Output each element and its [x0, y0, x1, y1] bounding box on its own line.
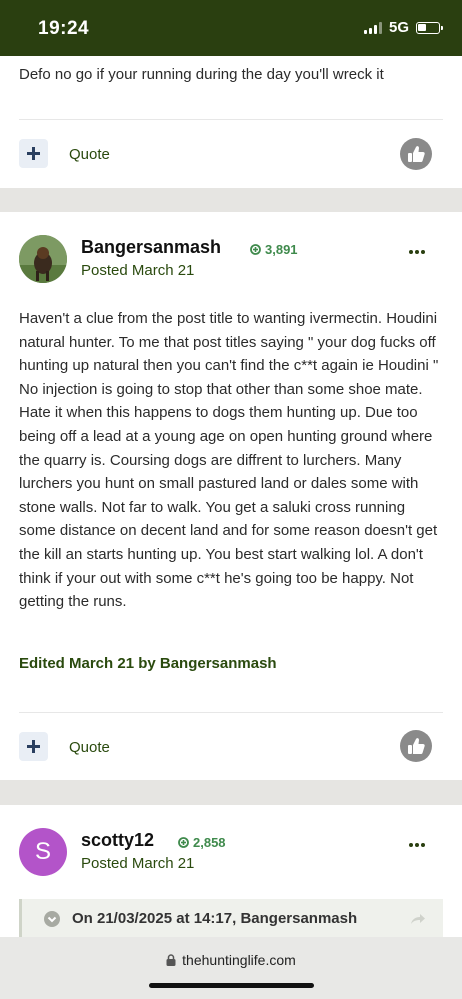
- more-icon[interactable]: [409, 250, 425, 254]
- quote-button[interactable]: Quote: [69, 739, 110, 756]
- address-bar[interactable]: thehuntinglife.com: [0, 952, 462, 968]
- plus-icon: [27, 740, 40, 753]
- reputation-plus-icon: [250, 244, 261, 255]
- multiquote-button[interactable]: [19, 732, 48, 761]
- reputation-count: 2,858: [193, 835, 226, 850]
- status-time: 19:24: [38, 18, 90, 39]
- post-date[interactable]: Posted March 21: [81, 262, 194, 279]
- reputation-badge: 3,891: [250, 242, 298, 257]
- quote-header: On 21/03/2025 at 14:17, Bangersanmash: [72, 910, 358, 927]
- more-icon[interactable]: [409, 843, 425, 847]
- quote-block: On 21/03/2025 at 14:17, Bangersanmash: [19, 899, 443, 939]
- post-date[interactable]: Posted March 21: [81, 855, 194, 872]
- author-name[interactable]: Bangersanmash: [81, 237, 221, 258]
- like-button[interactable]: [400, 138, 432, 170]
- status-bar: 19:24 5G: [0, 0, 462, 56]
- chevron-down-icon[interactable]: [44, 911, 60, 927]
- multiquote-button[interactable]: [19, 139, 48, 168]
- avatar[interactable]: S: [19, 828, 67, 876]
- reputation-plus-icon: [178, 837, 189, 848]
- reputation-badge: 2,858: [178, 835, 226, 850]
- plus-icon: [27, 147, 40, 160]
- battery-icon: [416, 21, 443, 34]
- home-indicator[interactable]: [149, 983, 314, 988]
- network-label: 5G: [388, 19, 409, 36]
- post-body: Haven't a clue from the post title to wa…: [19, 310, 439, 611]
- thumbs-up-icon: [408, 146, 425, 162]
- author-name[interactable]: scotty12: [81, 830, 154, 851]
- dog-photo: [19, 235, 67, 283]
- divider: [19, 119, 443, 120]
- signal-icon: [363, 21, 382, 34]
- post-card: S scotty12 2,858 Posted March 21 On 21/0…: [0, 805, 462, 940]
- avatar[interactable]: [19, 235, 67, 283]
- divider: [19, 712, 443, 713]
- browser-toolbar: thehuntinglife.com: [0, 937, 462, 999]
- post-body: Defo no go if your running during the da…: [19, 66, 384, 83]
- reputation-count: 3,891: [265, 242, 298, 257]
- quote-button[interactable]: Quote: [69, 146, 110, 163]
- edited-note: Edited March 21 by Bangersanmash: [19, 655, 277, 672]
- status-indicators: 5G: [363, 19, 443, 36]
- lock-icon: [166, 954, 176, 966]
- post-card: Defo no go if your running during the da…: [0, 56, 462, 188]
- thumbs-up-icon: [408, 738, 425, 754]
- share-arrow-icon[interactable]: [410, 913, 426, 925]
- like-button[interactable]: [400, 730, 432, 762]
- url-text: thehuntinglife.com: [182, 952, 296, 968]
- post-card: Bangersanmash 3,891 Posted March 21 Have…: [0, 212, 462, 780]
